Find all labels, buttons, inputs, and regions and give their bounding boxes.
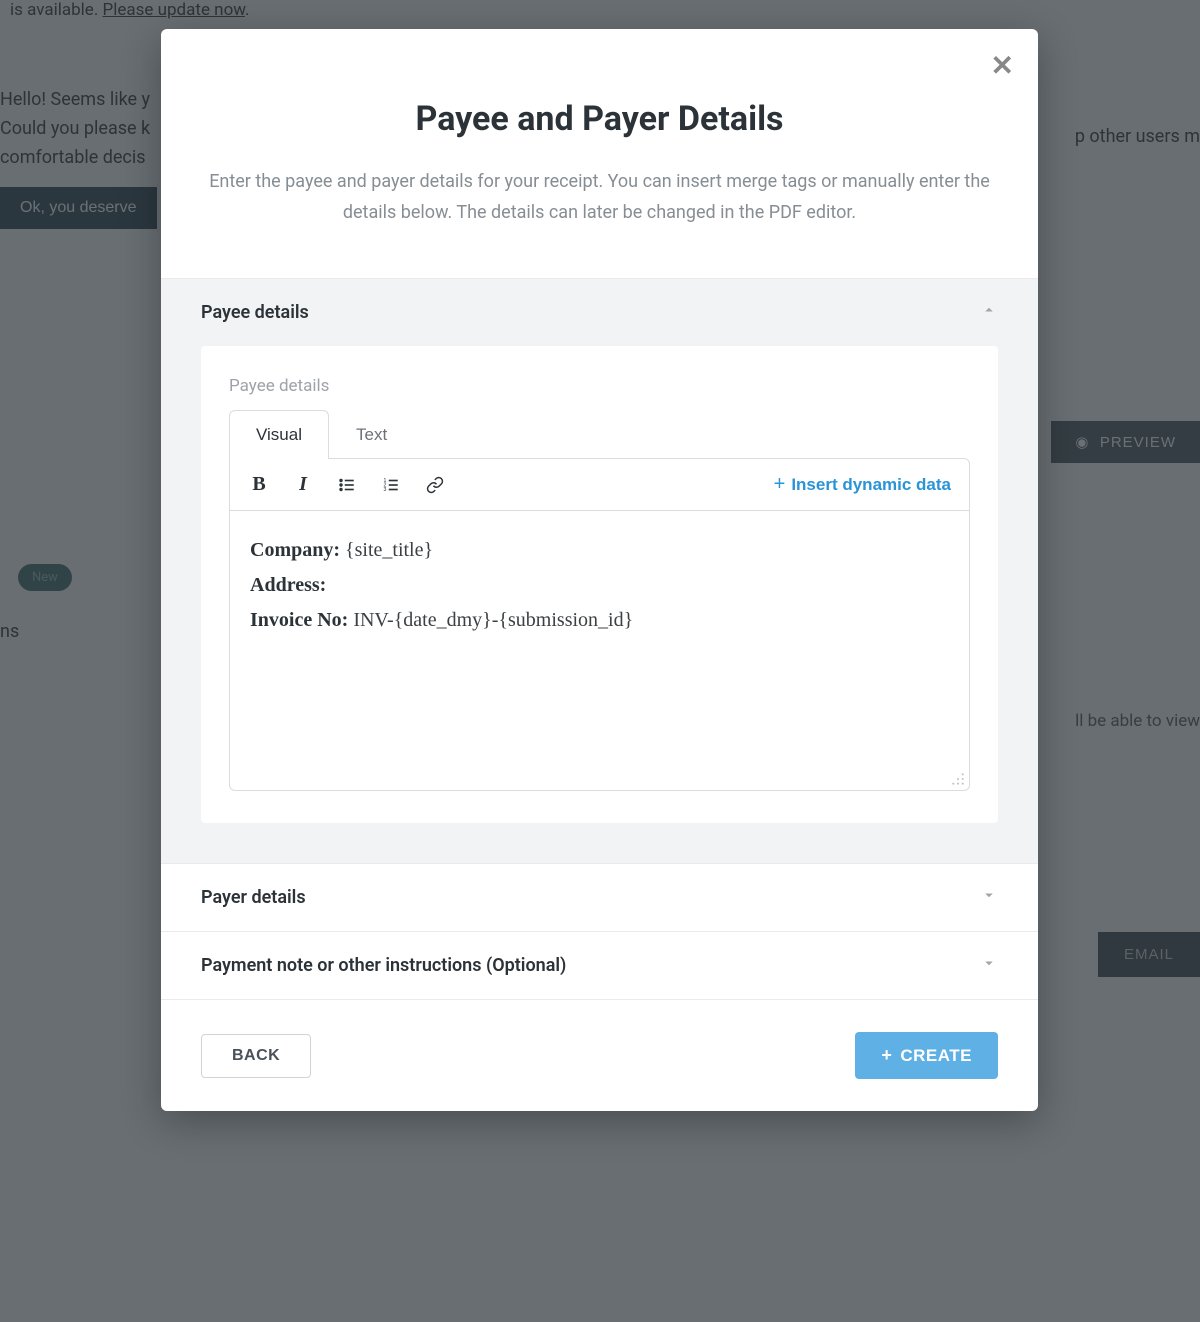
back-button[interactable]: BACK: [201, 1034, 311, 1078]
bullet-list-button[interactable]: [336, 474, 358, 496]
company-label: Company:: [250, 539, 340, 561]
modal-footer: BACK + CREATE: [161, 999, 1038, 1111]
accordion-payment-note-title: Payment note or other instructions (Opti…: [201, 955, 566, 976]
numbered-list-icon: 1 2 3: [382, 476, 400, 494]
create-button[interactable]: + CREATE: [855, 1032, 998, 1079]
accordion-payee-body: Payee details Visual Text B I: [161, 346, 1038, 863]
accordion-payer: Payer details: [161, 863, 1038, 931]
modal-title: Payee and Payer Details: [201, 99, 998, 139]
plus-icon: +: [881, 1045, 892, 1066]
accordion-payee-header[interactable]: Payee details: [161, 279, 1038, 346]
insert-dynamic-data-button[interactable]: + Insert dynamic data: [774, 473, 951, 496]
svg-text:3: 3: [384, 487, 387, 493]
accordion-payment-note: Payment note or other instructions (Opti…: [161, 931, 1038, 999]
toolbar-left: B I: [248, 474, 446, 496]
bold-button[interactable]: B: [248, 474, 270, 496]
plus-icon: +: [774, 473, 786, 496]
accordion-payee-title: Payee details: [201, 302, 309, 323]
editor-label: Payee details: [229, 376, 970, 396]
create-button-label: CREATE: [900, 1046, 972, 1066]
chevron-down-icon: [980, 886, 998, 909]
company-value: {site_title}: [345, 539, 433, 561]
bullet-list-icon: [338, 476, 356, 494]
invoice-label: Invoice No:: [250, 609, 348, 631]
accordion-payment-note-header[interactable]: Payment note or other instructions (Opti…: [161, 932, 1038, 999]
invoice-value: INV-{date_dmy}-{submission_id}: [353, 609, 633, 631]
bold-icon: B: [252, 473, 265, 496]
link-button[interactable]: [424, 474, 446, 496]
editor-toolbar: B I: [229, 458, 970, 511]
italic-button[interactable]: I: [292, 474, 314, 496]
editor-tabs: Visual Text: [229, 410, 970, 459]
insert-dynamic-label: Insert dynamic data: [791, 475, 951, 495]
accordion-payee: Payee details Payee details Visual Text …: [161, 278, 1038, 863]
editor-content-area[interactable]: Company: {site_title} Address: Invoice N…: [229, 511, 970, 791]
resize-handle-icon[interactable]: [951, 772, 965, 786]
close-icon: ✕: [991, 50, 1014, 81]
link-icon: [426, 476, 444, 494]
payee-payer-modal: ✕ Payee and Payer Details Enter the paye…: [161, 29, 1038, 1111]
modal-subtitle: Enter the payee and payer details for yo…: [205, 167, 995, 228]
italic-icon: I: [299, 473, 307, 496]
numbered-list-button[interactable]: 1 2 3: [380, 474, 402, 496]
close-button[interactable]: ✕: [991, 49, 1014, 82]
tab-text[interactable]: Text: [329, 410, 414, 459]
tab-visual[interactable]: Visual: [229, 410, 329, 459]
chevron-down-icon: [980, 954, 998, 977]
accordion-payer-header[interactable]: Payer details: [161, 864, 1038, 931]
address-label: Address:: [250, 574, 326, 596]
accordion-payer-title: Payer details: [201, 887, 306, 908]
modal-header: Payee and Payer Details Enter the payee …: [161, 29, 1038, 278]
editor-panel: Payee details Visual Text B I: [201, 346, 998, 823]
chevron-up-icon: [980, 301, 998, 324]
